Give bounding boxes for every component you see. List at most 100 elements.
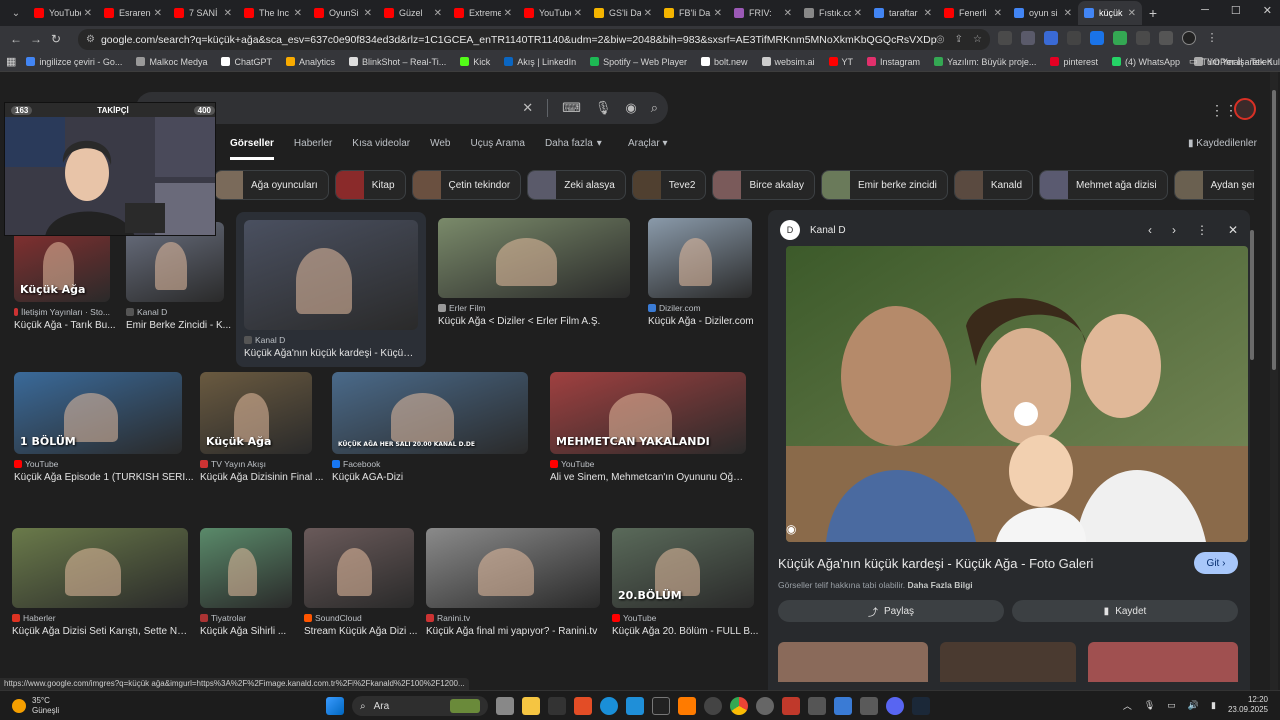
related-chip[interactable]: Kitap [334,170,406,200]
tab-close-icon[interactable]: ✕ [784,8,792,19]
visit-button[interactable]: Git › [1194,552,1238,574]
result-thumbnail[interactable] [12,528,188,608]
search-tab[interactable]: Haberler [294,138,332,160]
result-title[interactable]: Küçük Ağa final mi yapıyor? - Ranini.tv [426,626,600,637]
more-info-link[interactable]: Daha Fazla Bilgi [907,580,972,590]
related-chip[interactable]: Kanald [953,170,1034,200]
related-chip[interactable]: Aydan şener [1173,170,1254,200]
app-icon[interactable] [678,697,696,715]
reload-icon[interactable]: ↻ [46,32,66,46]
result-title[interactable]: Küçük Ağa 20. Bölüm - FULL B... [612,626,774,637]
bookmark-item[interactable]: Instagram [867,57,920,67]
bookmark-item[interactable]: websim.ai [761,57,815,67]
tab-close-icon[interactable]: ✕ [504,8,512,19]
previous-icon[interactable]: ‹ [1148,223,1152,237]
search-tab[interactable]: Daha fazla [545,138,593,160]
browser-tab[interactable]: The Inc ✕ [238,1,308,25]
image-result[interactable]: SoundCloud Stream Küçük Ağa Dizi ... [304,528,417,637]
result-title[interactable]: Stream Küçük Ağa Dizi ... [304,626,434,637]
tab-search-icon[interactable]: ⌄ [4,3,28,23]
discord-icon[interactable] [886,697,904,715]
network-icon[interactable]: ▭ [1167,700,1176,711]
preview-source[interactable]: Kanal D [810,225,846,236]
menu-kebab-icon[interactable]: ⋮ [1205,31,1219,45]
eye-off-icon[interactable]: ◎ [936,34,945,45]
image-result[interactable]: Tiyatrolar Küçük Ağa Sihirli ... [200,528,292,637]
result-source[interactable]: YouTube [14,459,182,469]
extension-icon[interactable] [998,31,1012,45]
tray-chevron-icon[interactable]: ︿ [1123,699,1132,712]
maximize-icon[interactable]: ☐ [1231,4,1241,17]
browser-tab[interactable]: oyun si ✕ [1008,1,1078,25]
result-thumbnail[interactable] [200,528,292,608]
result-thumbnail[interactable] [648,218,752,298]
image-result[interactable]: KÜÇÜK AĞA HER SALI 20.00 KANAL D.DE Faceb… [332,372,528,483]
back-icon[interactable]: ← [6,32,26,46]
result-title[interactable]: Küçük Ağa'nın küçük kardeşi - Küçük Ağa … [244,348,418,359]
result-title[interactable]: Küçük Ağa Dizisinin Final ... [200,472,332,483]
result-source[interactable]: Diziler.com [648,303,752,313]
bookmark-item[interactable]: ChatGPT [221,57,272,67]
tab-close-icon[interactable]: ✕ [714,8,722,19]
tab-close-icon[interactable]: ✕ [574,8,582,19]
result-source[interactable]: Erler Film [438,303,630,313]
browser-tab[interactable]: Fıstık.co ✕ [798,1,868,25]
result-thumbnail[interactable] [304,528,414,608]
page-scrollbar[interactable] [1270,72,1278,690]
apps-icon[interactable]: ▦ [6,55,16,68]
result-source[interactable]: Kanal D [244,335,418,345]
notes-icon[interactable] [834,697,852,715]
result-thumbnail[interactable]: KÜÇÜK AĞA HER SALI 20.00 KANAL D.DE [332,372,528,454]
bookmark-item[interactable]: Spotify – Web Player [590,57,687,67]
saved-button[interactable]: ▮ Kaydedilenler [1188,138,1257,149]
bookmark-item[interactable]: Analytics [285,57,335,67]
result-thumbnail[interactable] [244,220,418,330]
result-source[interactable]: TV Yayın Akışı [200,459,312,469]
tab-close-icon[interactable]: ✕ [994,8,1002,19]
result-thumbnail[interactable]: Küçük Ağa [200,372,312,454]
weather-widget[interactable]: 35°C Güneşli [12,696,59,716]
bookmark-item[interactable]: YT [828,57,853,67]
browser-tab[interactable]: Extreme ✕ [448,1,518,25]
settings-icon[interactable] [756,697,774,715]
result-source[interactable]: YouTube [612,613,754,623]
browser-tab[interactable]: YouTube✕ [28,1,98,25]
bookmark-item[interactable]: BlinkShot – Real-Ti... [349,57,446,67]
preview-image[interactable]: ◉ [786,246,1248,542]
related-thumbnail[interactable] [940,642,1076,682]
app-icon[interactable] [860,697,878,715]
extension-icon[interactable] [1021,31,1035,45]
edge-icon[interactable] [600,697,618,715]
site-info-icon[interactable]: ⚙ [86,34,95,45]
related-thumbnail[interactable] [778,642,928,682]
save-button[interactable]: ▮ Kaydet [1012,600,1238,622]
browser-tab[interactable]: taraftar ✕ [868,1,938,25]
search-tab[interactable]: Web [430,138,450,160]
related-chip[interactable]: Emir berke zincidi [820,170,948,200]
clear-icon[interactable]: ✕ [522,100,533,116]
bookmark-item[interactable]: pinterest [1050,57,1098,67]
preview-title[interactable]: Küçük Ağa'nın küçük kardeşi - Küçük Ağa … [778,556,1093,571]
tab-close-icon[interactable]: ✕ [434,8,442,19]
image-result[interactable]: Küçük Ağa İletişim Yayınları · Sto... Küçü… [14,222,116,331]
image-result[interactable]: Küçük Ağa TV Yayın Akışı Küçük Ağa Dizisin… [200,372,323,483]
file-explorer-icon[interactable] [522,697,540,715]
image-result[interactable]: Erler Film Küçük Ağa < Diziler < Erler Fi… [438,218,630,327]
image-result[interactable]: Kanal D Küçük Ağa'nın küçük kardeşi - Küç… [236,212,426,367]
image-result[interactable]: Ranini.tv Küçük Ağa final mi yapıyor? - R… [426,528,600,637]
related-chip[interactable]: Çetin tekindor [411,170,522,200]
related-thumbnail[interactable] [1088,642,1238,682]
extension-icon[interactable] [1067,31,1081,45]
steam-icon[interactable] [912,697,930,715]
result-source[interactable]: Tiyatrolar [200,613,292,623]
result-source[interactable]: Haberler [12,613,188,623]
image-result[interactable]: Haberler Küçük Ağa Dizisi Seti Karıştı, S… [12,528,188,637]
all-bookmarks[interactable]: ▭ Tüm Yer İşaretleri [1189,56,1272,67]
bookmark-item[interactable]: ingilizce çeviri - Go... [26,57,122,67]
tools-button[interactable]: Araçlar ▾ [628,138,668,149]
result-source[interactable]: YouTube [550,459,746,469]
github-icon[interactable] [704,697,722,715]
bookmark-star-icon[interactable]: ☆ [973,34,982,45]
browser-tab[interactable]: GS'li Da ✕ [588,1,658,25]
browser-tab[interactable]: Fenerli ✕ [938,1,1008,25]
